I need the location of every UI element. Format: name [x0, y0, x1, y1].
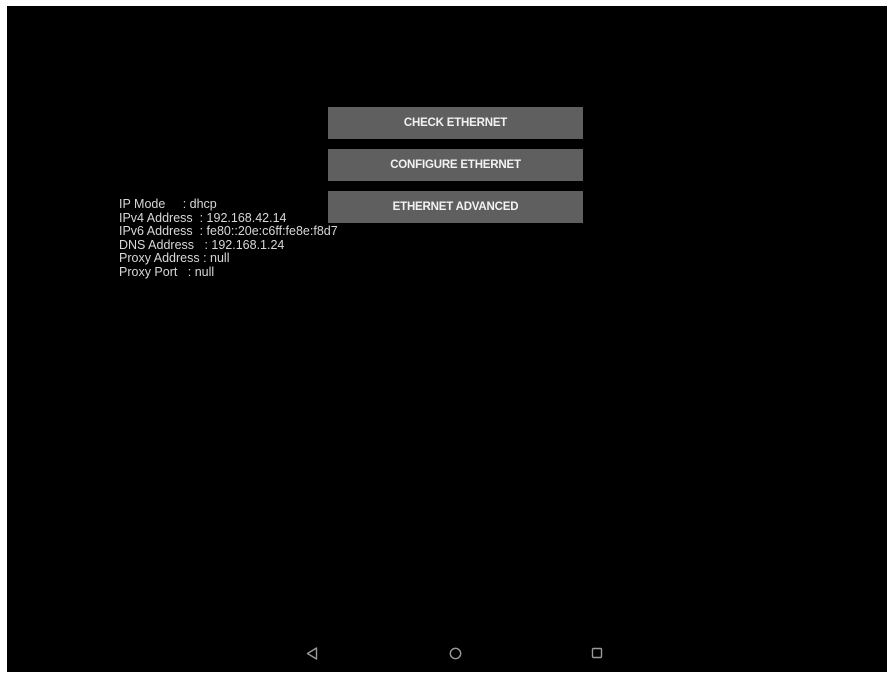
dns-address-text: DNS Address : 192.168.1.24	[119, 237, 285, 252]
app-screen: CHECK ETHERNET CONFIGURE ETHERNET ETHERN…	[7, 6, 887, 672]
proxy-port-text: Proxy Port : null	[119, 264, 215, 279]
check-ethernet-button[interactable]: CHECK ETHERNET	[328, 107, 583, 139]
configure-ethernet-button[interactable]: CONFIGURE ETHERNET	[328, 149, 583, 181]
home-icon[interactable]	[448, 646, 462, 660]
recents-icon[interactable]	[590, 646, 604, 660]
ip-mode-text: IP Mode : dhcp	[119, 197, 217, 211]
proxy-address-text: Proxy Address : null	[119, 251, 230, 265]
ipv6-address-text: IPv6 Address : fe80::20e:c6ff:fe8e:f8d7	[119, 224, 338, 238]
ipv4-address-text: IPv4 Address : 192.168.42.14	[119, 210, 287, 225]
ethernet-advanced-button[interactable]: ETHERNET ADVANCED	[328, 191, 583, 223]
ethernet-info-panel: IP Mode : dhcp IPv4 Address : 192.168.42…	[119, 197, 338, 279]
navigation-bar	[7, 632, 887, 672]
back-icon[interactable]	[305, 646, 319, 660]
